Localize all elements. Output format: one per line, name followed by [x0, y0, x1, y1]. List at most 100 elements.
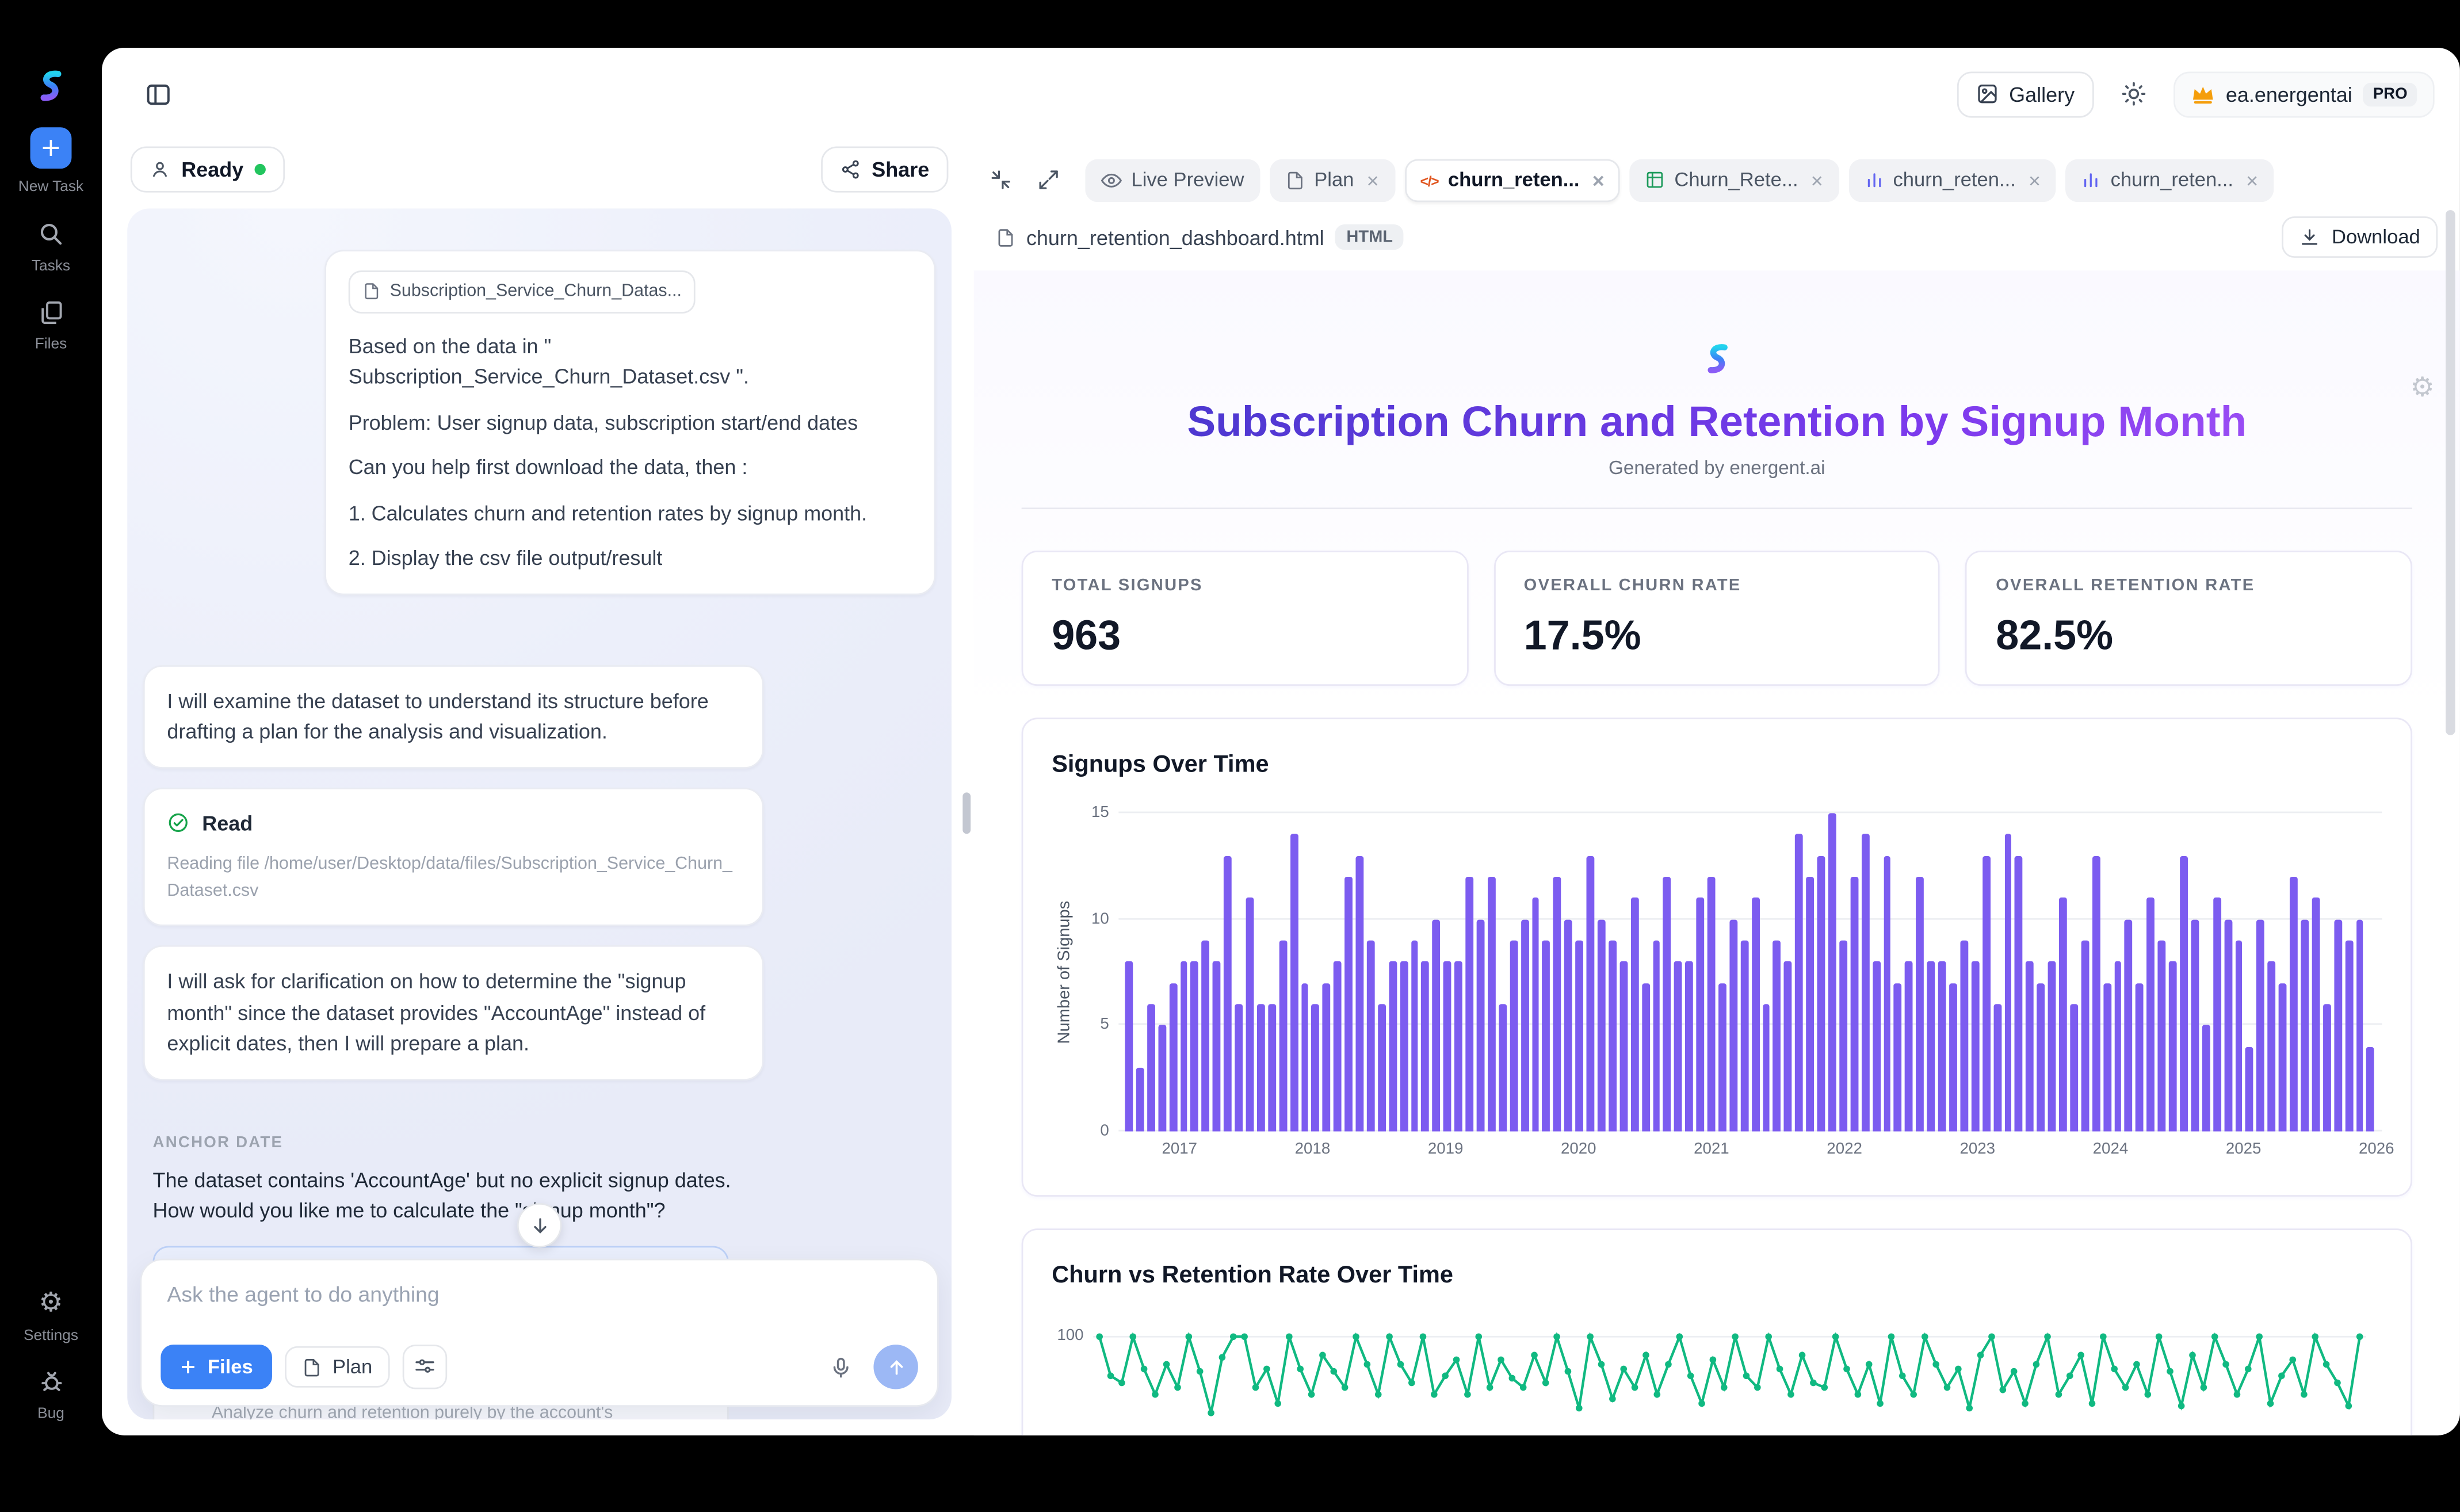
eye-icon — [1101, 170, 1122, 190]
stat-value: 963 — [1052, 611, 1438, 660]
signup-bar — [1477, 919, 1485, 1132]
gear-icon: ⚙ — [39, 1290, 63, 1318]
x-tick-label: 2022 — [1827, 1141, 1862, 1158]
file-type-badge: HTML — [1335, 224, 1404, 250]
app-logo-icon[interactable] — [32, 67, 70, 105]
signups-bars — [1118, 813, 2382, 1131]
y-axis-label: Number of Signups — [1052, 813, 1077, 1131]
x-tick-label: 2017 — [1162, 1141, 1198, 1158]
agent-status[interactable]: Ready — [131, 146, 285, 192]
scrollbar-thumb[interactable] — [2446, 210, 2455, 735]
y-tick-label: 0 — [1100, 1122, 1109, 1140]
step-detail: Reading file /home/user/Desktop/data/fil… — [167, 852, 740, 906]
y-axis-ticks: 051015 — [1077, 813, 1118, 1131]
signup-bar — [1587, 856, 1595, 1131]
account-name: ea.energentai — [2226, 82, 2352, 105]
download-label: Download — [2332, 226, 2420, 249]
sidebar-item-settings[interactable]: ⚙ Settings — [24, 1290, 78, 1345]
collapse-panel-button[interactable] — [980, 159, 1022, 201]
signup-bar — [1652, 941, 1660, 1132]
new-task-button[interactable]: + New Task — [18, 127, 83, 196]
x-tick-label: 2020 — [1561, 1141, 1596, 1158]
x-axis-ticks: 2017201820192020202120222023202420252026 — [1118, 1131, 2382, 1163]
signup-bar — [1389, 961, 1397, 1131]
signup-bar — [2191, 919, 2199, 1132]
signup-bar — [2114, 961, 2122, 1131]
signup-bar — [1751, 898, 1759, 1132]
signup-bar — [2026, 961, 2034, 1131]
signup-bar — [2213, 898, 2221, 1132]
signup-bar — [2081, 941, 2089, 1132]
signup-bar — [2290, 877, 2298, 1132]
mic-button[interactable] — [819, 1346, 861, 1388]
sidebar-toggle-button[interactable] — [137, 73, 178, 114]
signup-bar — [1982, 856, 1990, 1131]
close-icon[interactable]: × — [1367, 168, 1379, 192]
plan-button[interactable]: Plan — [285, 1346, 390, 1388]
sidebar-item-tasks[interactable]: Tasks — [32, 220, 70, 276]
signup-bar — [2345, 941, 2353, 1132]
signup-bar — [1202, 941, 1210, 1132]
signup-bar — [2279, 983, 2287, 1131]
download-button[interactable]: Download — [2282, 216, 2438, 258]
tab-churn-reten-[interactable]: </>churn_reten...× — [1404, 158, 1621, 201]
chat-scroll-area[interactable]: Subscription_Service_Churn_Datas... Base… — [127, 208, 952, 1419]
close-icon[interactable]: × — [1592, 168, 1605, 192]
sidebar-item-files[interactable]: Files — [35, 299, 67, 353]
tab-bar: Live Preview Plan×</>churn_reten...×Churn… — [980, 156, 2444, 204]
close-icon[interactable]: × — [2246, 168, 2258, 192]
panel-resize-handle[interactable] — [962, 792, 971, 834]
preview-pane[interactable]: ⚙ Subscription Churn and Retention by Si… — [974, 270, 2460, 1435]
message-line: 1. Calculates churn and retention rates … — [349, 497, 912, 528]
stat-value: 17.5% — [1524, 611, 1910, 660]
workspace-panel: Live PreviewPlan×</>churn_reten...×Churn… — [974, 140, 2460, 1435]
signup-bar — [1927, 961, 1935, 1131]
theme-toggle-button[interactable] — [2113, 73, 2154, 114]
agent-icon — [150, 159, 170, 180]
tab-churn-reten-[interactable]: churn_reten...× — [2066, 158, 2274, 201]
expand-panel-button[interactable] — [1028, 159, 1069, 201]
share-button[interactable]: Share — [821, 146, 949, 192]
chat-panel: Ready Share — [102, 140, 974, 1435]
signup-bar — [2125, 919, 2133, 1132]
x-tick-label: 2025 — [2226, 1141, 2262, 1158]
signup-bar — [1619, 961, 1628, 1131]
signup-bar — [2048, 961, 2056, 1131]
scroll-to-bottom-button[interactable] — [517, 1203, 561, 1247]
chart-title: Signups Over Time — [1052, 751, 2382, 778]
screen: + New Task Tasks Files ⚙ Settings Bug — [0, 0, 2460, 1512]
sidebar-item-bug[interactable]: Bug — [37, 1369, 64, 1423]
signup-bar — [1960, 941, 1968, 1132]
anchor-question: The dataset contains 'AccountAge' but no… — [153, 1164, 761, 1226]
tools-sliders-button[interactable] — [403, 1345, 447, 1389]
agent-message-2: I will ask for clarification on how to d… — [143, 945, 764, 1080]
close-icon[interactable]: × — [2029, 168, 2041, 192]
tab-churn-reten-[interactable]: churn_reten...× — [1848, 158, 2057, 201]
files-button[interactable]: + Files — [161, 1345, 272, 1389]
tab-churn-rete-[interactable]: Churn_Rete...× — [1630, 158, 1839, 201]
close-icon[interactable]: × — [1811, 168, 1823, 192]
signup-bar — [1323, 983, 1331, 1131]
signup-bar — [1796, 834, 1804, 1131]
signup-bar — [1356, 856, 1364, 1131]
chart-title: Churn vs Retention Rate Over Time — [1052, 1262, 2382, 1289]
attachment-chip[interactable]: Subscription_Service_Churn_Datas... — [349, 270, 696, 312]
signup-bar — [2224, 919, 2232, 1132]
dashboard-settings-icon[interactable]: ⚙ — [2410, 376, 2434, 403]
signup-bar — [2235, 941, 2243, 1132]
gallery-button[interactable]: Gallery — [1957, 71, 2094, 117]
tab-plan[interactable]: Plan× — [1270, 158, 1395, 201]
signup-bar — [2180, 856, 2188, 1131]
read-step[interactable]: Read Reading file /home/user/Desktop/dat… — [143, 787, 764, 926]
send-button[interactable] — [873, 1345, 918, 1389]
y-tick-label: 15 — [1091, 804, 1109, 822]
account-menu[interactable]: ea.energentai PRO — [2173, 71, 2435, 117]
signup-bar — [1147, 1004, 1155, 1131]
signup-bar — [1576, 941, 1584, 1132]
signup-bar — [1312, 1004, 1320, 1131]
check-circle-icon — [167, 812, 189, 834]
signup-bar — [1268, 1004, 1276, 1131]
tab-label: Live Preview — [1131, 169, 1244, 191]
tab-live-preview[interactable]: Live Preview — [1085, 158, 1260, 201]
chat-input[interactable] — [161, 1280, 918, 1307]
